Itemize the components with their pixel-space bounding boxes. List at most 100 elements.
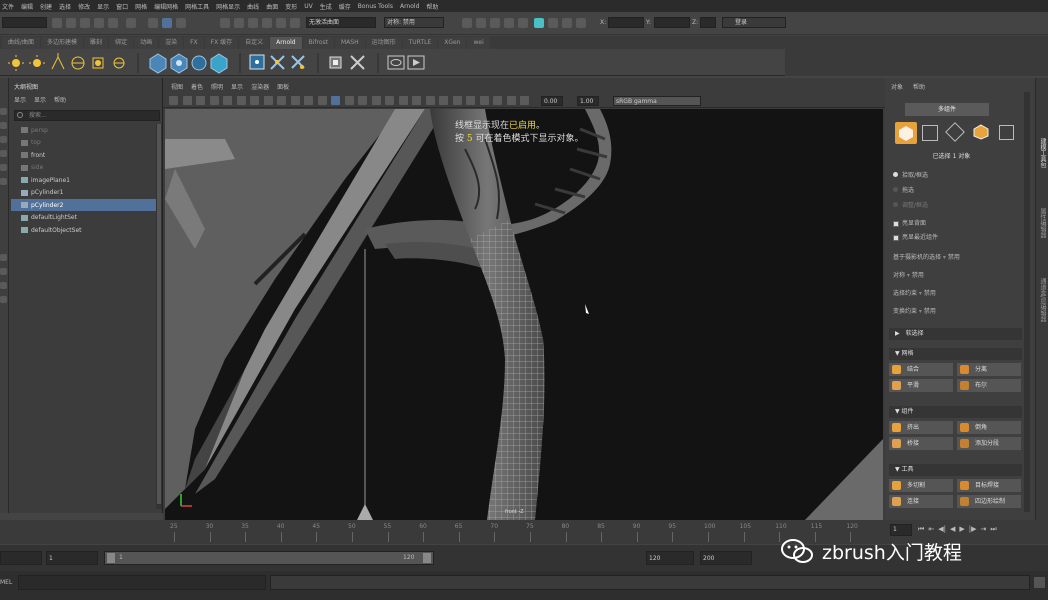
outliner-menu-show[interactable]: 显示 bbox=[34, 95, 46, 104]
render-icon[interactable] bbox=[462, 18, 472, 28]
menu-item-18[interactable]: Arnold bbox=[400, 3, 419, 10]
skydome-light-icon[interactable] bbox=[29, 55, 45, 67]
menu-item-3[interactable]: 选择 bbox=[59, 2, 71, 11]
toolkit-button[interactable]: 平滑 bbox=[889, 379, 953, 392]
select-by-hierarchy-icon[interactable] bbox=[126, 18, 136, 28]
lock-camera-icon[interactable] bbox=[182, 96, 192, 105]
select-camera-icon[interactable] bbox=[169, 96, 178, 105]
menu-item-11[interactable]: 曲线 bbox=[247, 2, 259, 11]
outliner-item[interactable]: top bbox=[21, 137, 41, 149]
toolkit-section-2[interactable]: ▼ 工具 bbox=[889, 464, 1022, 476]
edit-icon[interactable] bbox=[576, 18, 586, 28]
procedural-icon[interactable] bbox=[191, 55, 207, 71]
toolkit-button[interactable]: 四边形绘制 bbox=[957, 495, 1021, 508]
arnold-ipr-icon[interactable] bbox=[548, 18, 558, 28]
flush-cache-icon[interactable] bbox=[270, 55, 285, 70]
isolate-icon[interactable] bbox=[466, 96, 475, 105]
range-bar[interactable]: 1 120 bbox=[104, 551, 434, 565]
render-view-icon[interactable] bbox=[249, 54, 265, 70]
photometric-light-icon[interactable] bbox=[71, 56, 85, 70]
render-setup-icon[interactable] bbox=[518, 18, 528, 28]
viewport-menu-5[interactable]: 面板 bbox=[277, 82, 289, 92]
symmetry-dropdown[interactable]: 对称: 禁用 bbox=[384, 17, 444, 28]
shelf-tab-13[interactable]: TURTLE bbox=[402, 37, 438, 49]
menu-item-17[interactable]: Bonus Tools bbox=[358, 3, 393, 10]
y-field[interactable] bbox=[654, 17, 690, 28]
shelf-tab-10[interactable]: Bifrost bbox=[302, 37, 334, 49]
shadows-icon[interactable] bbox=[398, 96, 408, 105]
lights-icon[interactable] bbox=[385, 96, 394, 105]
outliner-menu-display[interactable]: 显示 bbox=[14, 95, 26, 104]
toolkit-button[interactable]: 结合 bbox=[889, 363, 953, 376]
snap-vertex-icon[interactable] bbox=[290, 18, 300, 28]
outliner-item[interactable]: pCylinder2 bbox=[11, 199, 159, 211]
edge-mode-icon[interactable] bbox=[945, 122, 965, 142]
menu-item-10[interactable]: 网格显示 bbox=[216, 2, 240, 11]
command-input[interactable] bbox=[18, 575, 266, 590]
viewport-menu-0[interactable]: 视图 bbox=[171, 82, 183, 92]
scale-tool-icon[interactable] bbox=[0, 178, 7, 185]
safe-action-icon[interactable] bbox=[304, 96, 313, 105]
menu-item-16[interactable]: 缓存 bbox=[339, 2, 351, 11]
field-chart-icon[interactable] bbox=[290, 96, 300, 105]
textured-icon[interactable] bbox=[371, 96, 381, 105]
playback-start-field[interactable]: 1 bbox=[46, 551, 98, 565]
side-tab-channel-box[interactable]: 通道盒/层编辑器 bbox=[1038, 278, 1047, 322]
ipr-render-icon[interactable] bbox=[476, 18, 486, 28]
shelf-tab-8[interactable]: 自定义 bbox=[239, 37, 270, 49]
select-mode-icon[interactable] bbox=[148, 18, 158, 28]
scene-end-field[interactable]: 200 bbox=[700, 551, 752, 565]
snap-grid-icon[interactable] bbox=[220, 18, 230, 28]
pick-option-0[interactable]: 拾取/框选 bbox=[893, 170, 928, 179]
toolkit-button[interactable]: 倒角 bbox=[957, 421, 1021, 434]
shelf-tab-5[interactable]: 渲染 bbox=[159, 37, 184, 49]
viewport-menu-4[interactable]: 渲染器 bbox=[251, 82, 269, 92]
shelf-tab-14[interactable]: XGen bbox=[438, 37, 467, 49]
render-settings-icon[interactable] bbox=[490, 18, 500, 28]
toolkit-button[interactable]: 多切割 bbox=[889, 479, 953, 492]
outliner-scrollbar[interactable] bbox=[156, 124, 162, 509]
gamma-field[interactable]: 1.00 bbox=[577, 96, 599, 106]
backface-icon[interactable] bbox=[506, 96, 516, 105]
toolkit-button[interactable]: 桥接 bbox=[889, 437, 953, 450]
menu-item-15[interactable]: 生成 bbox=[320, 2, 332, 11]
default-material-icon[interactable] bbox=[358, 96, 367, 105]
image-plane-icon[interactable] bbox=[223, 96, 232, 105]
shelf-tab-11[interactable]: MASH bbox=[334, 37, 365, 49]
toolkit-scrollbar[interactable] bbox=[1024, 92, 1030, 512]
ambient-occlusion-icon[interactable] bbox=[412, 96, 421, 105]
menu-item-13[interactable]: 变形 bbox=[285, 2, 297, 11]
toolkit-section-0[interactable]: ▼ 网格 bbox=[889, 348, 1022, 360]
layout-four-icon[interactable] bbox=[0, 268, 7, 275]
z-field[interactable] bbox=[700, 17, 716, 28]
step-forward-key-icon[interactable]: ⇥ bbox=[980, 525, 986, 537]
scene-start-field[interactable] bbox=[0, 551, 42, 565]
step-forward-icon[interactable]: |▶ bbox=[969, 525, 977, 537]
outliner-item[interactable]: defaultLightSet bbox=[21, 212, 77, 224]
snap-point-icon[interactable] bbox=[248, 18, 258, 28]
denoiser-icon[interactable] bbox=[350, 55, 365, 70]
film-gate-icon[interactable] bbox=[250, 96, 259, 105]
color-space-dropdown[interactable]: sRGB gamma bbox=[613, 96, 701, 106]
redo-icon[interactable] bbox=[108, 18, 118, 28]
dof-icon[interactable] bbox=[452, 96, 462, 105]
pick-option-1[interactable]: 拖选 bbox=[893, 185, 914, 194]
toolkit-button[interactable]: 目标焊接 bbox=[957, 479, 1021, 492]
vertex-mode-icon[interactable] bbox=[922, 125, 938, 141]
pick-option-2[interactable]: 调整/框选 bbox=[893, 200, 928, 209]
side-tab-modeling-toolkit[interactable]: 建模工具包 bbox=[1038, 138, 1047, 168]
live-surface-field[interactable]: 无激活曲面 bbox=[306, 17, 376, 28]
select-object-icon[interactable] bbox=[162, 18, 172, 28]
paint-select-icon[interactable] bbox=[0, 136, 7, 143]
menu-item-14[interactable]: UV bbox=[304, 3, 313, 10]
menu-item-9[interactable]: 网格工具 bbox=[185, 2, 209, 11]
soft-select-section[interactable]: ▶ 软选择 bbox=[889, 328, 1022, 340]
volume-icon[interactable] bbox=[170, 53, 188, 74]
highlight-check-1[interactable]: 亮显最近组件 bbox=[893, 232, 938, 241]
lasso-tool-icon[interactable] bbox=[0, 122, 7, 129]
menu-set-dropdown[interactable] bbox=[2, 17, 47, 28]
save-scene-icon[interactable] bbox=[80, 18, 90, 28]
hypershade-icon[interactable] bbox=[504, 18, 514, 28]
gate-mask-icon[interactable] bbox=[277, 96, 286, 105]
toolkit-button[interactable]: 连接 bbox=[889, 495, 953, 508]
